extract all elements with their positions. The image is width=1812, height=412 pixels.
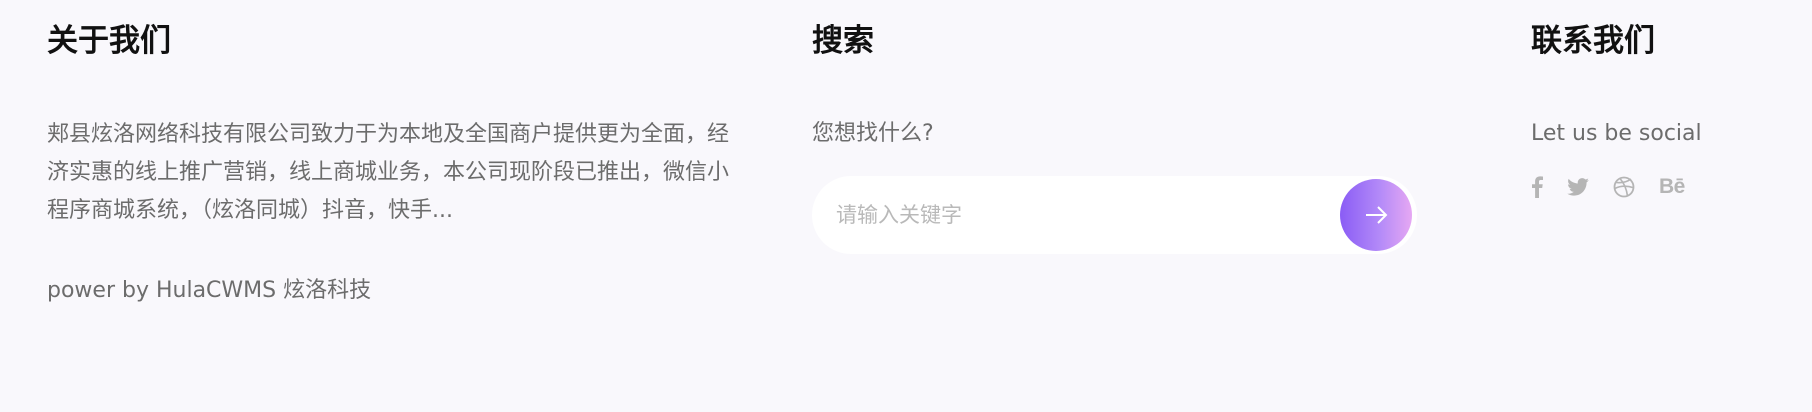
dribbble-icon [1613, 176, 1635, 198]
social-title: Let us be social [1531, 121, 1702, 146]
search-form [812, 176, 1417, 254]
site-footer: 关于我们 郏县炫洛网络科技有限公司致力于为本地及全国商户提供更为全面，经济实惠的… [0, 0, 1812, 412]
about-heading: 关于我们 [47, 23, 171, 59]
search-heading: 搜索 [812, 23, 874, 59]
facebook-link[interactable] [1531, 172, 1543, 202]
behance-icon: Bē [1659, 175, 1685, 198]
dribbble-link[interactable] [1613, 172, 1635, 202]
social-links: Bē [1531, 172, 1709, 202]
behance-link[interactable]: Bē [1659, 172, 1685, 202]
search-button[interactable] [1340, 179, 1412, 251]
contact-heading: 联系我们 [1531, 23, 1655, 59]
twitter-icon [1567, 178, 1589, 196]
about-description: 郏县炫洛网络科技有限公司致力于为本地及全国商户提供更为全面，经济实惠的线上推广营… [47, 122, 730, 223]
arrow-right-icon [1366, 206, 1388, 224]
search-input[interactable] [836, 176, 1316, 254]
search-prompt: 您想找什么? [812, 121, 934, 146]
facebook-icon [1532, 176, 1543, 198]
twitter-link[interactable] [1567, 172, 1589, 202]
power-by-text: power by HulaCWMS 炫洛科技 [47, 278, 372, 303]
